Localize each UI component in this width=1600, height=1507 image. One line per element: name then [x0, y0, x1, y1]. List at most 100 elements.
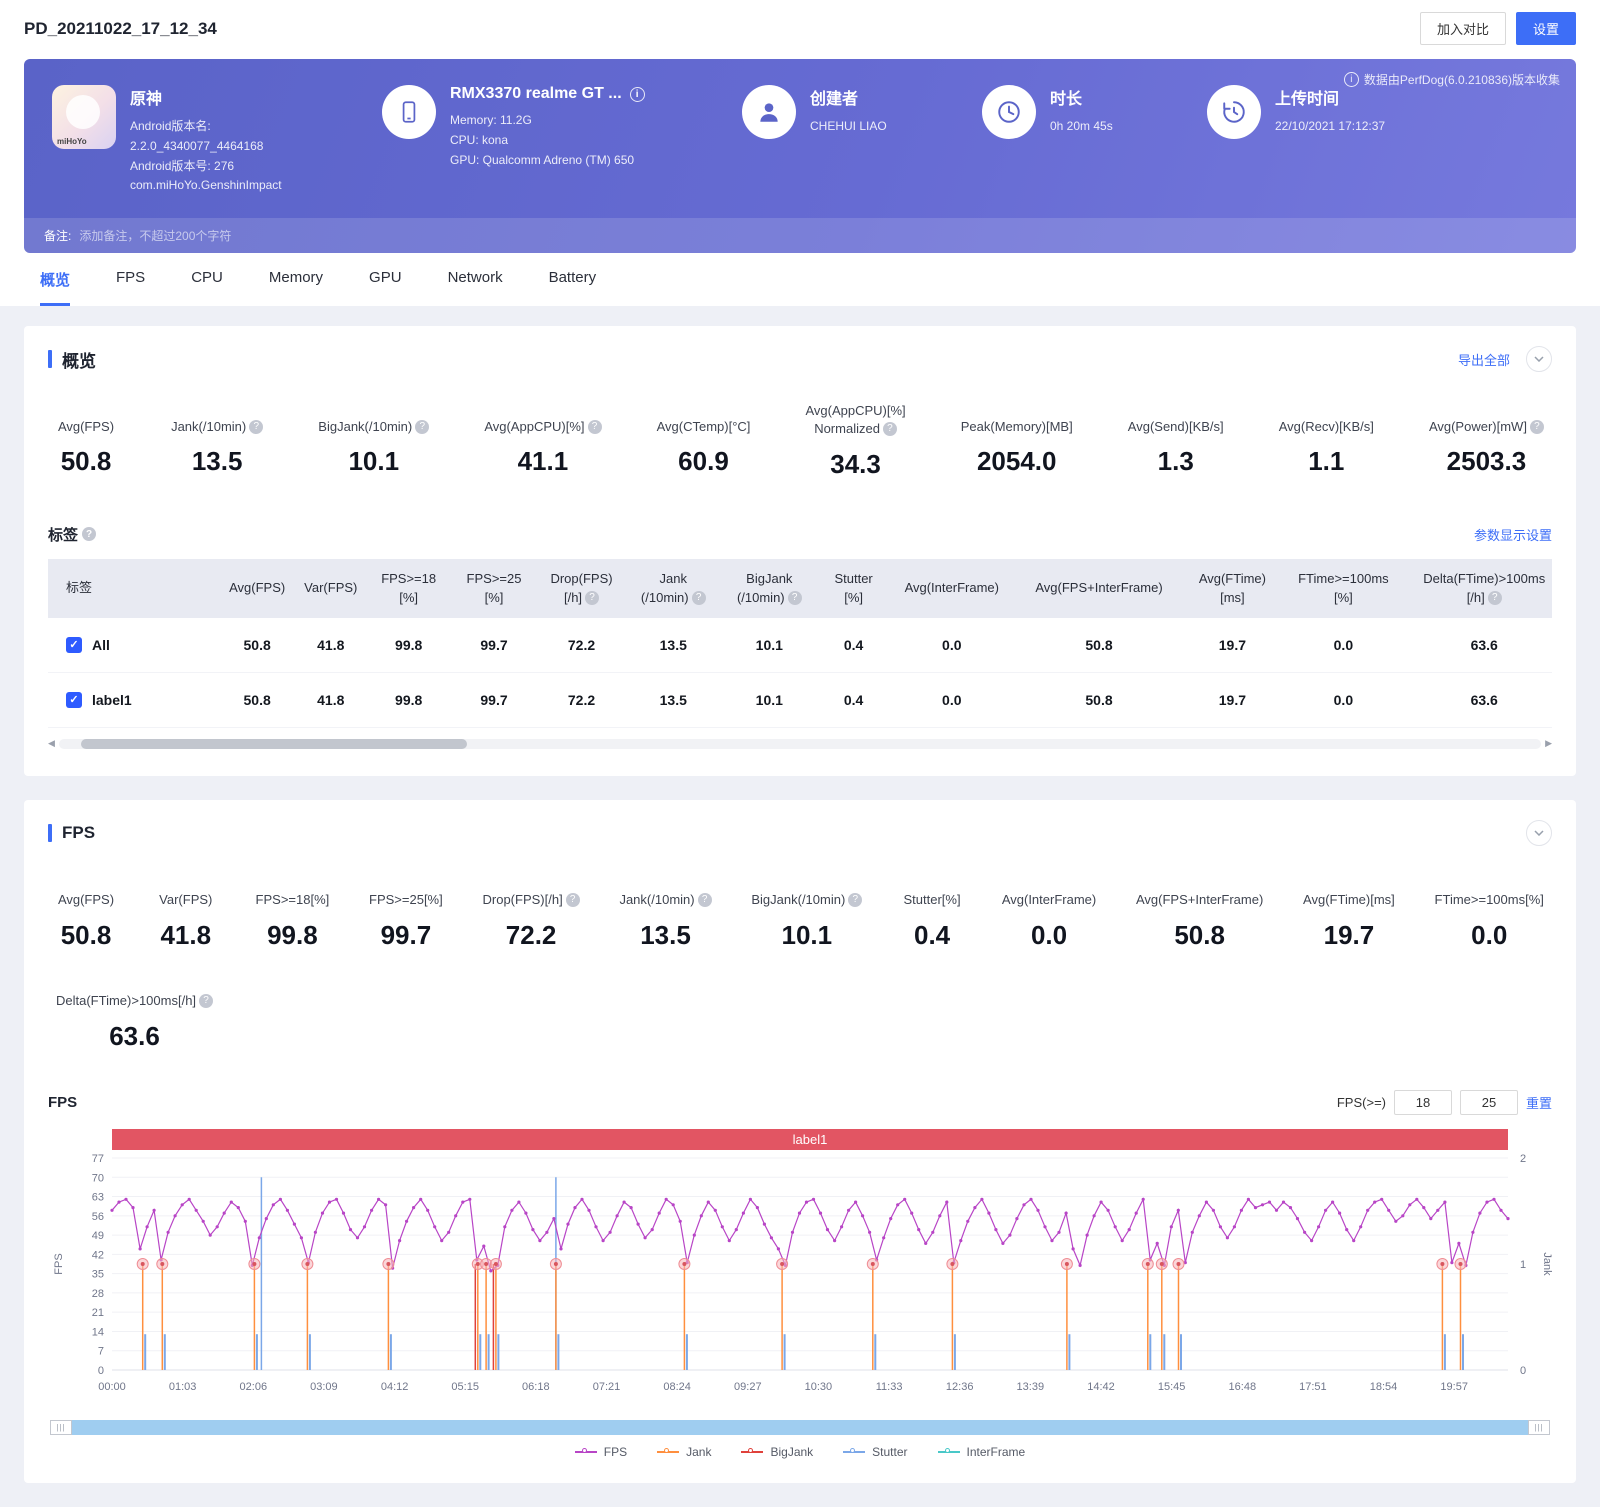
help-icon[interactable]: ? — [1530, 420, 1544, 434]
metric-label: Avg(FPS+InterFrame) — [1136, 876, 1263, 910]
scroll-track[interactable] — [59, 739, 1541, 749]
row-checkbox[interactable]: ✓ — [66, 637, 82, 653]
svg-text:00:00: 00:00 — [98, 1381, 126, 1393]
svg-text:49: 49 — [92, 1230, 104, 1242]
tab-概览[interactable]: 概览 — [40, 269, 70, 306]
reset-link[interactable]: 重置 — [1526, 1093, 1552, 1112]
svg-text:02:06: 02:06 — [240, 1381, 268, 1393]
help-icon[interactable]: ? — [249, 420, 263, 434]
app-version-label: Android版本名: — [130, 117, 282, 137]
chart-scroll-right-handle[interactable]: ||| — [1528, 1420, 1550, 1435]
scroll-thumb[interactable] — [81, 739, 466, 749]
tab-Battery[interactable]: Battery — [549, 269, 597, 306]
metric-value: 2054.0 — [961, 446, 1073, 477]
metric-value: 63.6 — [56, 1021, 213, 1052]
app-icon: miHoYo — [52, 85, 116, 149]
table-cell: 50.8 — [1015, 672, 1184, 727]
table-cell: 63.6 — [1405, 618, 1552, 673]
help-icon[interactable]: ? — [1488, 591, 1502, 605]
help-icon[interactable]: ? — [585, 591, 599, 605]
fps-metrics-row2: Delta(FTime)>100ms[/h]?63.6 — [56, 977, 1544, 1052]
metric-label: Drop(FPS)[/h]? — [483, 876, 580, 910]
app-package: com.miHoYo.GenshinImpact — [130, 176, 282, 196]
col-header: Delta(FTime)>100ms[/h]? — [1405, 559, 1552, 618]
metric: Drop(FPS)[/h]?72.2 — [483, 876, 580, 951]
note-placeholder[interactable]: 添加备注，不超过200个字符 — [79, 227, 231, 244]
col-header: Avg(FPS+InterFrame) — [1015, 559, 1184, 618]
table-row: ✓label150.841.899.899.772.213.510.10.40.… — [48, 672, 1552, 727]
duration-value: 0h 20m 45s — [1050, 117, 1113, 137]
collapse-overview-button[interactable] — [1526, 346, 1552, 372]
phone-icon — [382, 85, 436, 139]
help-icon[interactable]: ? — [883, 422, 897, 436]
fps-threshold-input-2[interactable] — [1460, 1090, 1518, 1115]
note-area[interactable]: 备注: 添加备注，不超过200个字符 — [24, 218, 1576, 253]
chart-scroll-left-handle[interactable]: ||| — [50, 1420, 72, 1435]
metric-label: Avg(FTime)[ms] — [1303, 876, 1395, 910]
collapse-fps-button[interactable] — [1526, 820, 1552, 846]
metric: Avg(FPS+InterFrame)50.8 — [1136, 876, 1263, 951]
row-checkbox[interactable]: ✓ — [66, 692, 82, 708]
table-cell: 10.1 — [720, 618, 818, 673]
help-icon[interactable]: ? — [698, 893, 712, 907]
help-icon[interactable]: ? — [588, 420, 602, 434]
metric: Avg(CTemp)[°C]60.9 — [657, 402, 751, 479]
metric-label: Avg(Send)[KB/s] — [1128, 402, 1224, 436]
metric-label: BigJank(/10min)? — [751, 876, 862, 910]
help-icon[interactable]: ? — [788, 591, 802, 605]
legend-InterFrame[interactable]: InterFrame — [938, 1445, 1026, 1459]
table-cell: 0.0 — [1281, 672, 1405, 727]
tab-Memory[interactable]: Memory — [269, 269, 323, 306]
help-icon[interactable]: ? — [566, 893, 580, 907]
device-info-icon[interactable]: i — [630, 87, 645, 102]
svg-text:1: 1 — [1520, 1259, 1526, 1271]
col-header: FTime>=100ms[%] — [1281, 559, 1405, 618]
metric-value: 34.3 — [805, 449, 905, 480]
scroll-right-arrow[interactable]: ▶ — [1545, 738, 1552, 749]
help-icon[interactable]: ? — [848, 893, 862, 907]
table-cell: 0.0 — [889, 672, 1015, 727]
table-cell: 99.7 — [451, 672, 536, 727]
table-cell: 10.1 — [720, 672, 818, 727]
metric-label: Avg(Power)[mW]? — [1429, 402, 1544, 436]
chart-scroll-track[interactable] — [72, 1420, 1528, 1435]
add-compare-button[interactable]: 加入对比 — [1420, 12, 1506, 45]
metric: Avg(InterFrame)0.0 — [1002, 876, 1096, 951]
creator-label: 创建者 — [810, 85, 887, 109]
help-icon[interactable]: ? — [199, 994, 213, 1008]
device-name: RMX3370 realme GT ... — [450, 85, 622, 103]
metric-label: Avg(Recv)[KB/s] — [1279, 402, 1374, 436]
table-cell: 50.8 — [219, 618, 296, 673]
scroll-left-arrow[interactable]: ◀ — [48, 738, 55, 749]
help-icon[interactable]: ? — [82, 527, 96, 541]
legend-Stutter[interactable]: Stutter — [843, 1445, 907, 1459]
svg-text:10:30: 10:30 — [805, 1381, 833, 1393]
col-header: Avg(FTime)[ms] — [1183, 559, 1281, 618]
settings-button[interactable]: 设置 — [1516, 12, 1576, 45]
app-icon-brand: miHoYo — [57, 137, 87, 146]
creator-value: CHEHUI LIAO — [810, 117, 887, 137]
legend-label: InterFrame — [967, 1445, 1026, 1459]
export-all-link[interactable]: 导出全部 — [1458, 350, 1510, 369]
help-icon[interactable]: ? — [692, 591, 706, 605]
legend-FPS[interactable]: FPS — [575, 1445, 627, 1459]
fps-threshold-input-1[interactable] — [1394, 1090, 1452, 1115]
metric-value: 1.1 — [1279, 446, 1374, 477]
param-display-settings-link[interactable]: 参数显示设置 — [1474, 525, 1552, 544]
svg-text:35: 35 — [92, 1268, 104, 1280]
metric-label: Jank(/10min)? — [619, 876, 711, 910]
tab-CPU[interactable]: CPU — [191, 269, 223, 306]
tab-GPU[interactable]: GPU — [369, 269, 402, 306]
metric-value: 41.8 — [156, 920, 216, 951]
table-cell: 72.2 — [537, 618, 627, 673]
legend-Jank[interactable]: Jank — [657, 1445, 711, 1459]
metric-value: 50.8 — [56, 446, 116, 477]
help-icon[interactable]: ? — [415, 420, 429, 434]
svg-text:17:51: 17:51 — [1299, 1381, 1327, 1393]
legend-BigJank[interactable]: BigJank — [741, 1445, 813, 1459]
tab-FPS[interactable]: FPS — [116, 269, 145, 306]
metric-value: 1.3 — [1128, 446, 1224, 477]
tab-Network[interactable]: Network — [448, 269, 503, 306]
metric-value: 0.4 — [902, 920, 962, 951]
svg-text:16:48: 16:48 — [1229, 1381, 1257, 1393]
